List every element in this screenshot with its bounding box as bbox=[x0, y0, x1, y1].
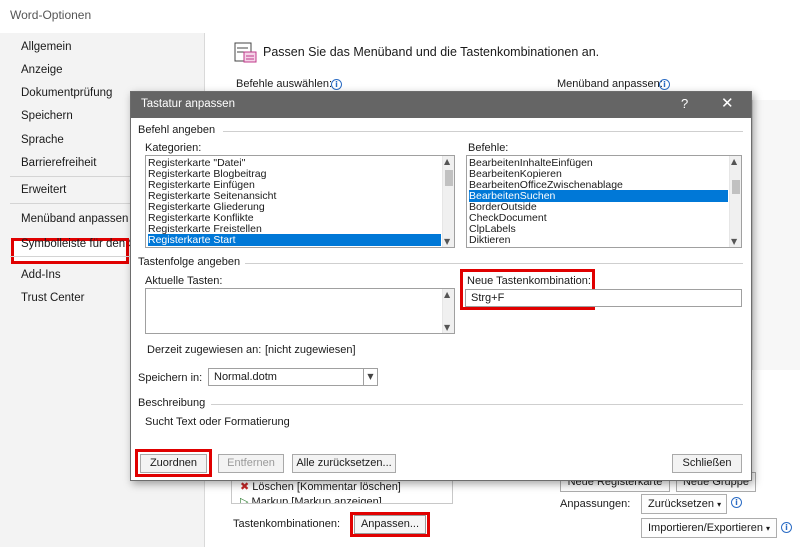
chevron-down-icon: ▾ bbox=[717, 500, 722, 509]
scroll-down-icon[interactable]: ▼ bbox=[444, 323, 450, 332]
info-icon: i bbox=[659, 79, 670, 90]
keyboard-shortcuts-label: Tastenkombinationen: bbox=[233, 518, 341, 530]
assign-button[interactable]: Zuordnen bbox=[140, 454, 207, 473]
customizations-label: Anpassungen: bbox=[560, 498, 631, 510]
sidebar-item-language[interactable]: Sprache bbox=[21, 134, 64, 146]
ribbon-tree-edge bbox=[752, 100, 800, 370]
list-item[interactable]: ✖ Löschen [Kommentar löschen] bbox=[240, 480, 401, 493]
sidebar-item-customize-ribbon[interactable]: Menüband anpassen bbox=[21, 213, 128, 225]
info-icon: i bbox=[331, 79, 342, 90]
sidebar-item-general[interactable]: Allgemein bbox=[21, 41, 72, 53]
customize-keyboard-dialog: Tastatur anpassen ? ✕ Befehl angeben Kat… bbox=[130, 91, 752, 481]
chevron-down-icon[interactable]: ▼ bbox=[363, 369, 377, 385]
sidebar-item-advanced[interactable]: Erweitert bbox=[21, 184, 66, 196]
new-shortcut-input[interactable]: Strg+F bbox=[465, 289, 742, 307]
choose-commands-label: Befehle auswählen: bbox=[236, 78, 333, 90]
current-keys-listbox[interactable]: ▲ ▼ bbox=[145, 288, 455, 334]
section-divider bbox=[223, 131, 743, 132]
categories-label: Kategorien: bbox=[145, 142, 202, 154]
chevron-down-icon: ▾ bbox=[766, 524, 771, 533]
save-in-select[interactable]: Normal.dotm ▼ bbox=[208, 368, 378, 386]
remove-button[interactable]: Entfernen bbox=[218, 454, 284, 473]
info-icon: i bbox=[731, 497, 742, 508]
markup-icon: ▷ bbox=[240, 496, 249, 504]
scroll-up-icon[interactable]: ▲ bbox=[731, 157, 737, 166]
description-text: Sucht Text oder Formatierung bbox=[145, 416, 290, 428]
sidebar-item-accessibility[interactable]: Barrierefreiheit bbox=[21, 157, 96, 169]
reset-all-button[interactable]: Alle zurücksetzen... bbox=[292, 454, 396, 473]
delete-comment-icon: ✖ bbox=[240, 481, 250, 493]
list-item-selected[interactable]: Registerkarte Start bbox=[148, 234, 441, 246]
commands-label: Befehle: bbox=[468, 142, 509, 154]
import-export-dropdown-button[interactable]: Importieren/Exportieren ▾ bbox=[641, 518, 777, 538]
categories-listbox[interactable]: Registerkarte "Datei" Registerkarte Blog… bbox=[145, 155, 455, 248]
current-keys-label: Aktuelle Tasten: bbox=[145, 275, 223, 287]
info-icon: i bbox=[781, 522, 792, 533]
close-button[interactable]: Schließen bbox=[672, 454, 742, 473]
save-in-label: Speichern in: bbox=[138, 372, 203, 384]
sidebar-item-display[interactable]: Anzeige bbox=[21, 64, 63, 76]
help-button[interactable]: ? bbox=[681, 96, 688, 111]
list-item[interactable]: Diktieren bbox=[469, 234, 728, 246]
scroll-down-icon[interactable]: ▼ bbox=[444, 237, 450, 246]
list-item[interactable]: ▷ Markup [Markup anzeigen] bbox=[240, 495, 382, 504]
sidebar-item-trust-center[interactable]: Trust Center bbox=[21, 292, 84, 304]
categories-scrollbar[interactable]: ▲ ▼ bbox=[442, 156, 454, 247]
scroll-up-icon[interactable]: ▲ bbox=[444, 290, 450, 299]
sidebar-item-proofing[interactable]: Dokumentprüfung bbox=[21, 87, 112, 99]
scroll-thumb[interactable] bbox=[445, 170, 453, 186]
sidebar-item-save[interactable]: Speichern bbox=[21, 110, 73, 122]
section-divider bbox=[245, 263, 743, 264]
section-command-title: Befehl angeben bbox=[138, 124, 216, 136]
customize-ribbon-icon bbox=[234, 42, 257, 63]
scroll-up-icon[interactable]: ▲ bbox=[444, 157, 450, 166]
currently-assigned-value: [nicht zugewiesen] bbox=[265, 344, 356, 356]
page-heading: Passen Sie das Menüband und die Tastenko… bbox=[263, 45, 600, 59]
section-description-title: Beschreibung bbox=[138, 397, 206, 409]
new-shortcut-label: Neue Tastenkombination: bbox=[467, 275, 591, 287]
section-divider bbox=[211, 404, 743, 405]
window-title: Word-Optionen bbox=[10, 8, 92, 22]
scroll-down-icon[interactable]: ▼ bbox=[731, 237, 737, 246]
customize-shortcuts-button[interactable]: Anpassen... bbox=[354, 515, 426, 534]
close-icon[interactable]: ✕ bbox=[721, 94, 734, 112]
current-keys-scrollbar[interactable]: ▲ ▼ bbox=[442, 289, 454, 333]
currently-assigned-label: Derzeit zugewiesen an: bbox=[147, 344, 262, 356]
sidebar-item-addins[interactable]: Add-Ins bbox=[21, 269, 61, 281]
section-keys-title: Tastenfolge angeben bbox=[138, 256, 241, 268]
dialog-title: Tastatur anpassen bbox=[141, 98, 235, 110]
commands-scrollbar[interactable]: ▲ ▼ bbox=[729, 156, 741, 247]
commands-listbox[interactable]: BearbeitenInhalteEinfügen BearbeitenKopi… bbox=[466, 155, 742, 248]
scroll-thumb[interactable] bbox=[732, 180, 740, 194]
dialog-titlebar: Tastatur anpassen ? ✕ bbox=[131, 92, 751, 118]
reset-dropdown-button[interactable]: Zurücksetzen ▾ bbox=[641, 494, 727, 514]
customize-ribbon-label: Menüband anpassen: bbox=[557, 78, 663, 90]
sidebar-item-quick-access-toolbar[interactable]: Symbolleiste für den Sc bbox=[21, 238, 142, 250]
